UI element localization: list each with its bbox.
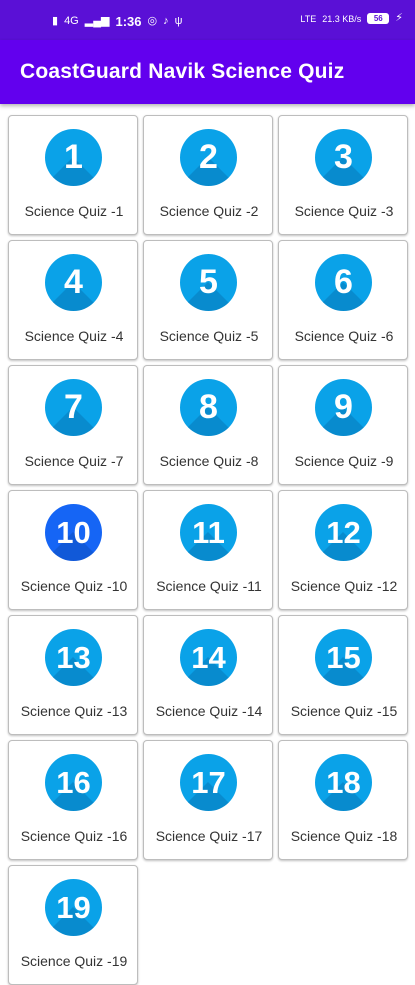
quiz-number-icon: 4 <box>45 254 102 311</box>
quiz-number: 19 <box>56 890 91 925</box>
quiz-number: 12 <box>326 515 361 550</box>
quiz-label: Science Quiz -19 <box>20 953 128 969</box>
quiz-number-icon: 2 <box>180 129 237 186</box>
quiz-number: 6 <box>334 263 353 301</box>
quiz-number-icon: 1 <box>45 129 102 186</box>
status-bar: ▮ 4G ▂▄▆ 1:36 ◎ ♪ ψ LTE 21.3 KB/s 56 ⚡ <box>0 0 415 40</box>
quiz-card-18[interactable]: 18 Science Quiz -18 <box>278 740 408 860</box>
quiz-number-icon: 8 <box>180 379 237 436</box>
quiz-label: Science Quiz -2 <box>159 203 259 219</box>
quiz-card-11[interactable]: 11 Science Quiz -11 <box>143 490 273 610</box>
quiz-label: Science Quiz -12 <box>290 578 398 594</box>
quiz-number-icon: 7 <box>45 379 102 436</box>
quiz-label: Science Quiz -7 <box>24 453 124 469</box>
quiz-label: Science Quiz -6 <box>294 328 394 344</box>
quiz-number-icon: 16 <box>45 754 102 811</box>
signal-bars-icon: ▂▄▆ <box>84 15 110 27</box>
quiz-number-icon: 9 <box>315 379 372 436</box>
quiz-label: Science Quiz -14 <box>155 703 263 719</box>
quiz-number: 16 <box>56 765 91 800</box>
quiz-label: Science Quiz -9 <box>294 453 394 469</box>
quiz-label: Science Quiz -17 <box>155 828 263 844</box>
quiz-card-12[interactable]: 12 Science Quiz -12 <box>278 490 408 610</box>
quiz-card-8[interactable]: 8 Science Quiz -8 <box>143 365 273 485</box>
quiz-label: Science Quiz -8 <box>159 453 259 469</box>
quiz-label: Science Quiz -16 <box>20 828 128 844</box>
quiz-number-icon: 17 <box>180 754 237 811</box>
quiz-card-1[interactable]: 1 Science Quiz -1 <box>8 115 138 235</box>
quiz-number: 5 <box>199 263 218 301</box>
quiz-number-icon: 15 <box>315 629 372 686</box>
quiz-card-4[interactable]: 4 Science Quiz -4 <box>8 240 138 360</box>
quiz-number: 7 <box>64 388 83 426</box>
network-speed: 21.3 KB/s <box>322 13 362 24</box>
usb-icon: ψ <box>174 15 183 27</box>
cellular-signal-icon: ▮ <box>52 15 59 27</box>
network-type-label: 4G <box>64 15 79 27</box>
app-bar: CoastGuard Navik Science Quiz <box>0 40 415 104</box>
quiz-number: 11 <box>192 515 225 550</box>
lte-label: LTE <box>300 13 317 24</box>
quiz-number-icon: 13 <box>45 629 102 686</box>
status-time: 1:36 <box>115 14 142 29</box>
quiz-number: 3 <box>334 138 353 176</box>
quiz-card-10[interactable]: 10 Science Quiz -10 <box>8 490 138 610</box>
quiz-number: 1 <box>64 138 83 176</box>
battery-icon: 56 <box>367 13 390 24</box>
quiz-number: 10 <box>56 515 91 550</box>
quiz-number: 2 <box>199 138 218 176</box>
quiz-label: Science Quiz -1 <box>24 203 124 219</box>
quiz-number-icon: 18 <box>315 754 372 811</box>
quiz-number-icon: 5 <box>180 254 237 311</box>
quiz-number: 15 <box>326 640 361 675</box>
quiz-card-13[interactable]: 13 Science Quiz -13 <box>8 615 138 735</box>
quiz-card-3[interactable]: 3 Science Quiz -3 <box>278 115 408 235</box>
quiz-grid: 1 Science Quiz -1 2 Science Quiz -2 3 Science… <box>8 115 408 985</box>
quiz-card-16[interactable]: 16 Science Quiz -16 <box>8 740 138 860</box>
quiz-card-19[interactable]: 19 Science Quiz -19 <box>8 865 138 985</box>
notification-bell-icon: ♪ <box>163 15 169 27</box>
quiz-label: Science Quiz -15 <box>290 703 398 719</box>
whatsapp-icon: ◎ <box>147 15 158 27</box>
app-title: CoastGuard Navik Science Quiz <box>20 60 345 83</box>
quiz-number: 8 <box>199 388 218 426</box>
quiz-card-7[interactable]: 7 Science Quiz -7 <box>8 365 138 485</box>
quiz-number: 17 <box>191 765 226 800</box>
quiz-number-icon: 14 <box>180 629 237 686</box>
quiz-number-icon: 6 <box>315 254 372 311</box>
quiz-label: Science Quiz -4 <box>24 328 124 344</box>
quiz-number: 4 <box>64 263 83 301</box>
quiz-number-icon: 11 <box>180 504 237 561</box>
quiz-label: Science Quiz -3 <box>294 203 394 219</box>
status-left: ▮ 4G ▂▄▆ 1:36 ◎ ♪ ψ <box>52 14 182 29</box>
quiz-label: Science Quiz -18 <box>290 828 398 844</box>
quiz-number: 9 <box>334 388 353 426</box>
quiz-number-icon: 3 <box>315 129 372 186</box>
quiz-number-icon: 19 <box>45 879 102 936</box>
quiz-number: 13 <box>56 640 91 675</box>
quiz-card-2[interactable]: 2 Science Quiz -2 <box>143 115 273 235</box>
quiz-label: Science Quiz -13 <box>20 703 128 719</box>
charging-icon: ⚡ <box>395 12 403 24</box>
quiz-number-icon: 10 <box>45 504 102 561</box>
quiz-card-9[interactable]: 9 Science Quiz -9 <box>278 365 408 485</box>
quiz-card-6[interactable]: 6 Science Quiz -6 <box>278 240 408 360</box>
quiz-number-icon: 12 <box>315 504 372 561</box>
quiz-card-17[interactable]: 17 Science Quiz -17 <box>143 740 273 860</box>
quiz-label: Science Quiz -10 <box>20 578 128 594</box>
quiz-label: Science Quiz -11 <box>156 578 262 594</box>
quiz-card-14[interactable]: 14 Science Quiz -14 <box>143 615 273 735</box>
quiz-number: 18 <box>326 765 361 800</box>
status-right: LTE 21.3 KB/s 56 ⚡ <box>300 13 403 24</box>
quiz-number: 14 <box>191 640 226 675</box>
quiz-label: Science Quiz -5 <box>159 328 259 344</box>
quiz-card-5[interactable]: 5 Science Quiz -5 <box>143 240 273 360</box>
quiz-card-15[interactable]: 15 Science Quiz -15 <box>278 615 408 735</box>
